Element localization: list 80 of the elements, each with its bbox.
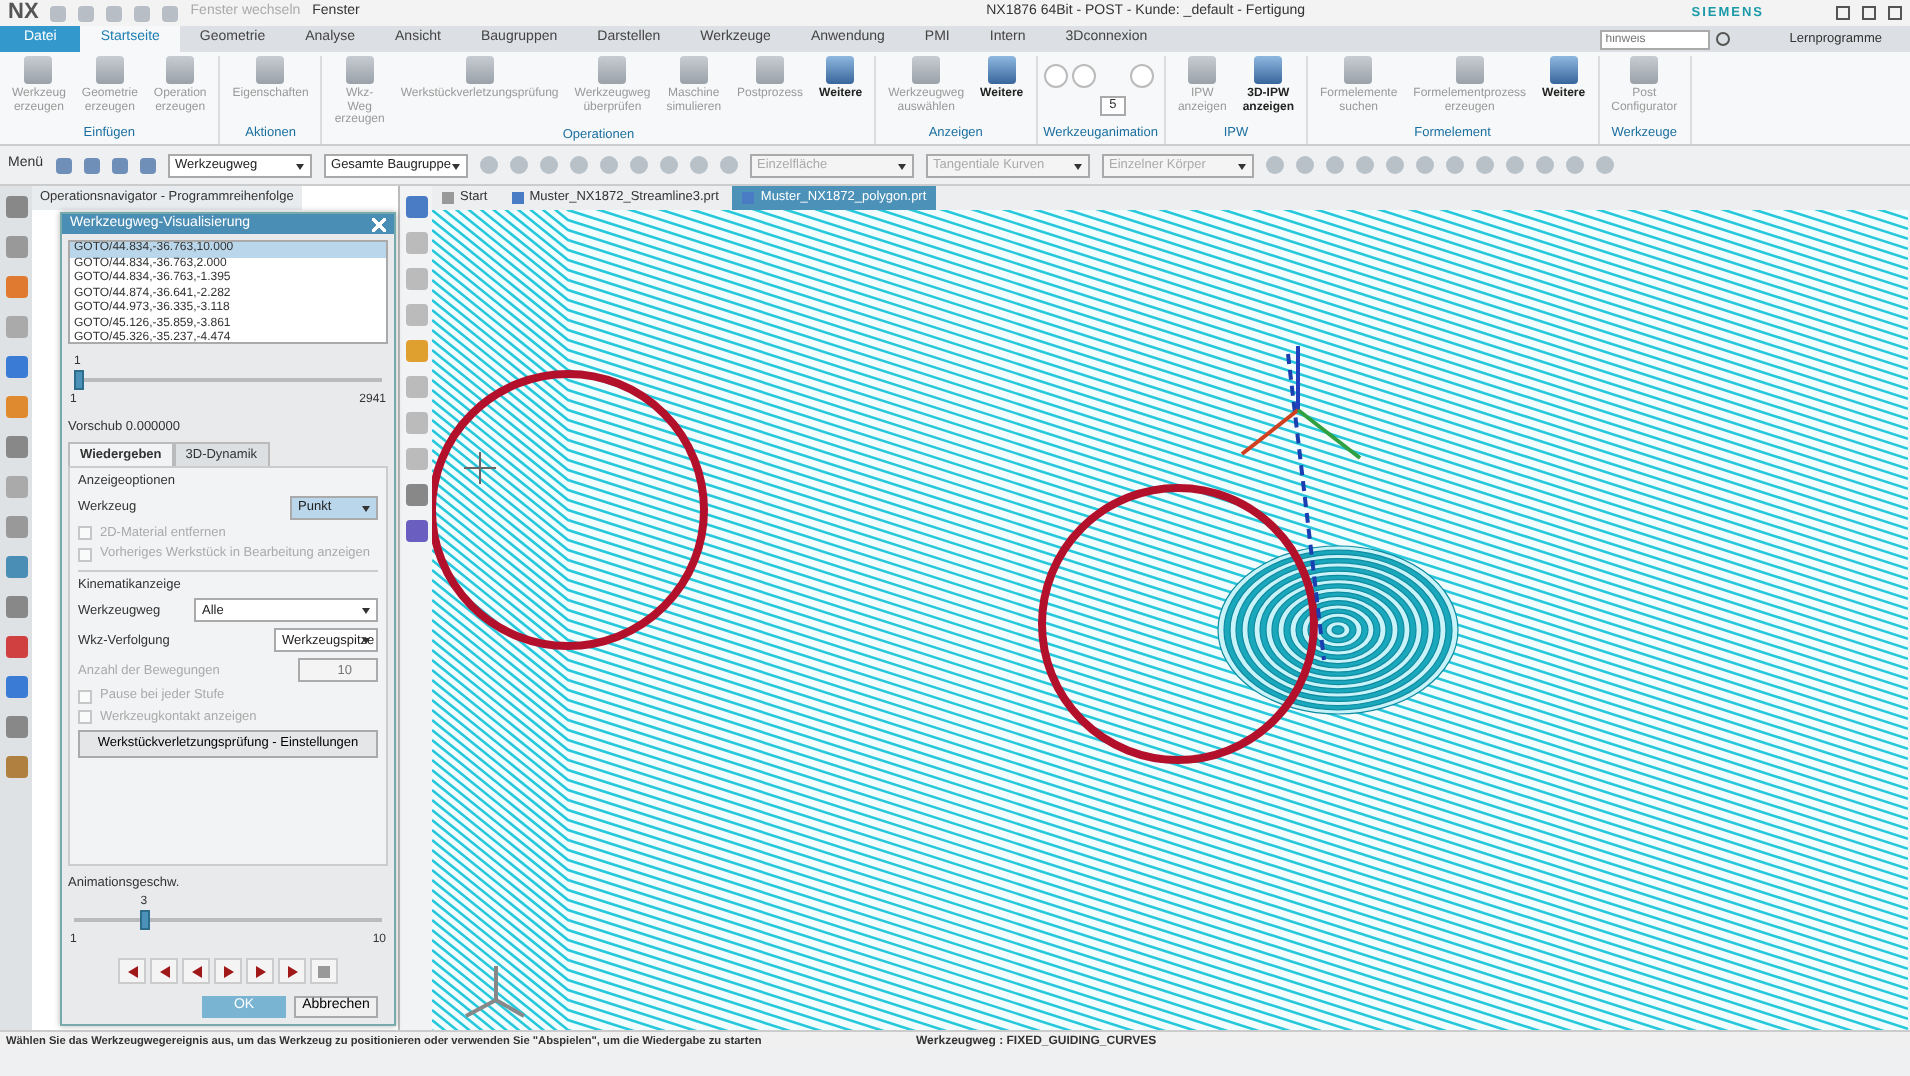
square-icon (1549, 56, 1578, 84)
square-icon[interactable] (5, 516, 27, 538)
square-icon (679, 56, 708, 84)
square-icon (24, 56, 53, 84)
circle-icon[interactable] (1415, 156, 1434, 174)
circle-icon[interactable] (1475, 156, 1494, 174)
search-icon[interactable] (1715, 32, 1730, 46)
square-icon (465, 56, 494, 84)
circle-icon[interactable] (629, 156, 648, 174)
crosshair-icon (463, 451, 497, 485)
square-icon[interactable] (5, 556, 27, 578)
circle-icon[interactable] (1535, 156, 1554, 174)
circle-icon[interactable] (539, 156, 558, 174)
circle-icon[interactable] (1595, 156, 1614, 174)
square-icon[interactable] (405, 196, 427, 218)
axis-triad-drawing (1240, 346, 1362, 460)
playback-button[interactable] (150, 958, 178, 984)
step-back-icon (159, 965, 169, 977)
square-icon (1254, 56, 1283, 84)
square-icon[interactable] (5, 356, 27, 378)
square-icon (1455, 56, 1484, 84)
square-icon[interactable] (405, 520, 427, 542)
square-icon (166, 56, 195, 84)
playback-button[interactable] (214, 958, 242, 984)
square-icon (826, 56, 855, 84)
square-icon (987, 56, 1016, 84)
square-icon[interactable] (405, 484, 427, 506)
square-icon (598, 56, 627, 84)
square-icon[interactable] (83, 157, 100, 173)
circle-icon[interactable] (1445, 156, 1464, 174)
circle-icon[interactable] (599, 156, 618, 174)
circle-icon[interactable] (1325, 156, 1344, 174)
square-icon[interactable] (5, 396, 27, 418)
square-icon (912, 56, 941, 84)
axis-triad-drawing (464, 964, 526, 1018)
square-icon[interactable] (5, 196, 27, 218)
stop-icon (318, 965, 330, 977)
square-icon (256, 56, 285, 84)
circle-icon[interactable] (659, 156, 678, 174)
circle-icon[interactable] (479, 156, 498, 174)
square-icon (1188, 56, 1217, 84)
playback-button[interactable] (182, 958, 210, 984)
square-icon (1630, 56, 1659, 84)
circle-icon[interactable] (1071, 64, 1096, 88)
circle-icon[interactable] (1355, 156, 1374, 174)
square-icon (756, 56, 785, 84)
square-icon[interactable] (5, 716, 27, 738)
circle-icon[interactable] (1505, 156, 1524, 174)
playback-button[interactable] (278, 958, 306, 984)
square-icon[interactable] (5, 436, 27, 458)
circle-icon[interactable] (1265, 156, 1284, 174)
square-icon[interactable] (139, 157, 156, 173)
circle-icon[interactable] (1385, 156, 1404, 174)
circle-icon[interactable] (719, 156, 738, 174)
circle-icon[interactable] (1043, 64, 1068, 88)
square-icon[interactable] (5, 676, 27, 698)
playback-button[interactable] (118, 958, 146, 984)
square-icon[interactable] (55, 157, 72, 173)
circle-icon[interactable] (1295, 156, 1314, 174)
square-icon (95, 56, 124, 84)
square-icon[interactable] (5, 276, 27, 298)
square-icon (1344, 56, 1373, 84)
slider-thumb[interactable] (74, 369, 84, 390)
circle-icon[interactable] (569, 156, 588, 174)
square-icon[interactable] (5, 636, 27, 658)
square-icon[interactable] (111, 157, 128, 173)
circle-icon[interactable] (1565, 156, 1584, 174)
circle-icon[interactable] (509, 156, 528, 174)
slider-thumb[interactable] (140, 910, 151, 931)
app-logo: NX (8, 0, 39, 26)
playback-button[interactable] (246, 958, 274, 984)
square-icon[interactable] (5, 236, 27, 258)
square-icon (345, 56, 374, 84)
circle-icon[interactable] (1130, 64, 1155, 88)
maximize-icon[interactable] (1862, 6, 1876, 20)
play-icon (223, 965, 233, 977)
square-icon[interactable] (405, 340, 427, 362)
square-icon[interactable] (5, 596, 27, 618)
circle-icon[interactable] (689, 156, 708, 174)
square-icon[interactable] (5, 756, 27, 778)
